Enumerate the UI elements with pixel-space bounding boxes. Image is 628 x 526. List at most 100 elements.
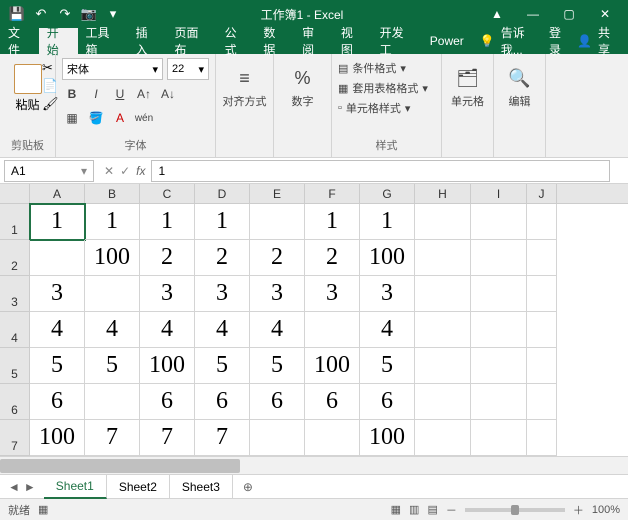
- select-all-corner[interactable]: [0, 184, 30, 203]
- cell[interactable]: 5: [250, 348, 305, 384]
- cell[interactable]: [415, 312, 471, 348]
- col-header-H[interactable]: H: [415, 184, 471, 203]
- cell[interactable]: [415, 348, 471, 384]
- cell[interactable]: 100: [140, 348, 195, 384]
- cell[interactable]: [250, 204, 305, 240]
- col-header-G[interactable]: G: [360, 184, 415, 203]
- cell[interactable]: [527, 240, 557, 276]
- cell-style-button[interactable]: ▫单元格样式▾: [338, 98, 435, 118]
- sheet-nav-next-icon[interactable]: ►: [24, 480, 36, 494]
- cell[interactable]: 3: [360, 276, 415, 312]
- cell[interactable]: [471, 240, 527, 276]
- edit-button[interactable]: 🔍 编辑: [500, 58, 539, 118]
- cell[interactable]: 7: [85, 420, 140, 456]
- view-layout-icon[interactable]: ▥: [409, 503, 419, 516]
- sheet-tab[interactable]: Sheet3: [170, 475, 233, 499]
- cell[interactable]: [527, 420, 557, 456]
- cell[interactable]: 5: [30, 348, 85, 384]
- tab-工具箱[interactable]: 工具箱: [78, 28, 128, 54]
- cell[interactable]: 100: [30, 420, 85, 456]
- cell[interactable]: 4: [85, 312, 140, 348]
- cell[interactable]: 6: [30, 384, 85, 420]
- row-header[interactable]: 1: [0, 204, 30, 240]
- col-header-F[interactable]: F: [305, 184, 360, 203]
- font-color-icon[interactable]: A: [110, 108, 130, 128]
- camera-icon[interactable]: 📷: [80, 5, 98, 23]
- col-header-B[interactable]: B: [85, 184, 140, 203]
- cut-icon[interactable]: ✂: [42, 60, 59, 76]
- cell[interactable]: [471, 348, 527, 384]
- tab-公式[interactable]: 公式: [217, 28, 256, 54]
- cell[interactable]: [527, 384, 557, 420]
- cell[interactable]: 3: [195, 276, 250, 312]
- maximize-icon[interactable]: ▢: [556, 7, 582, 21]
- view-normal-icon[interactable]: ▦: [391, 503, 401, 516]
- login-link[interactable]: 登录: [549, 24, 571, 58]
- fill-color-icon[interactable]: 🪣: [86, 108, 106, 128]
- cell[interactable]: 5: [85, 348, 140, 384]
- tab-开始[interactable]: 开始: [39, 28, 78, 54]
- tab-审阅[interactable]: 审阅: [294, 28, 333, 54]
- cell[interactable]: [305, 420, 360, 456]
- cell[interactable]: [415, 240, 471, 276]
- bold-button[interactable]: B: [62, 84, 82, 104]
- qat-dropdown-icon[interactable]: ▾: [104, 5, 122, 23]
- cell[interactable]: 2: [250, 240, 305, 276]
- row-header[interactable]: 4: [0, 312, 30, 348]
- copy-icon[interactable]: 📄: [42, 78, 59, 94]
- col-header-J[interactable]: J: [527, 184, 557, 203]
- tab-文件[interactable]: 文件: [0, 28, 39, 54]
- tell-me[interactable]: 告诉我...: [501, 24, 543, 58]
- cell[interactable]: 5: [360, 348, 415, 384]
- cell[interactable]: 6: [140, 384, 195, 420]
- cell[interactable]: 4: [30, 312, 85, 348]
- cell[interactable]: 5: [195, 348, 250, 384]
- underline-button[interactable]: U: [110, 84, 130, 104]
- cell[interactable]: 4: [360, 312, 415, 348]
- cell[interactable]: 7: [195, 420, 250, 456]
- cell[interactable]: 7: [140, 420, 195, 456]
- cell[interactable]: 4: [140, 312, 195, 348]
- tab-插入[interactable]: 插入: [128, 28, 167, 54]
- cell[interactable]: [85, 384, 140, 420]
- cell[interactable]: 1: [305, 204, 360, 240]
- view-pagebreak-icon[interactable]: ▤: [427, 503, 437, 516]
- col-header-D[interactable]: D: [195, 184, 250, 203]
- macro-icon[interactable]: ▦: [38, 503, 48, 516]
- tab-数据[interactable]: 数据: [255, 28, 294, 54]
- col-header-I[interactable]: I: [471, 184, 527, 203]
- ribbon-options-icon[interactable]: ▲: [484, 7, 510, 21]
- conditional-format-button[interactable]: ▤条件格式▾: [338, 58, 435, 78]
- cell[interactable]: 4: [195, 312, 250, 348]
- row-header[interactable]: 2: [0, 240, 30, 276]
- tab-Power[interactable]: Power: [422, 28, 472, 54]
- cell[interactable]: [250, 420, 305, 456]
- cell[interactable]: [415, 204, 471, 240]
- cell[interactable]: 6: [250, 384, 305, 420]
- sheet-tab[interactable]: Sheet1: [44, 475, 107, 499]
- table-format-button[interactable]: ▦套用表格格式▾: [338, 78, 435, 98]
- share-button[interactable]: 共享: [598, 24, 620, 58]
- align-button[interactable]: ≡ 对齐方式: [222, 58, 267, 118]
- cell[interactable]: 3: [250, 276, 305, 312]
- cell[interactable]: [30, 240, 85, 276]
- cell[interactable]: [471, 276, 527, 312]
- cell[interactable]: [527, 312, 557, 348]
- horizontal-scrollbar[interactable]: [0, 456, 628, 474]
- cell[interactable]: [85, 276, 140, 312]
- cell[interactable]: 1: [30, 204, 85, 240]
- shrink-font-icon[interactable]: A↓: [158, 84, 178, 104]
- cell[interactable]: 2: [305, 240, 360, 276]
- cancel-icon[interactable]: ✕: [104, 164, 114, 178]
- grow-font-icon[interactable]: A↑: [134, 84, 154, 104]
- row-header[interactable]: 5: [0, 348, 30, 384]
- zoom-slider[interactable]: [465, 508, 565, 512]
- cell[interactable]: [471, 312, 527, 348]
- cell[interactable]: 100: [305, 348, 360, 384]
- cell[interactable]: [415, 420, 471, 456]
- cell[interactable]: 2: [195, 240, 250, 276]
- tab-视图[interactable]: 视图: [333, 28, 372, 54]
- new-sheet-icon[interactable]: ⊕: [233, 480, 263, 494]
- cells-button[interactable]: 🗂 单元格: [448, 58, 487, 118]
- cell[interactable]: [415, 384, 471, 420]
